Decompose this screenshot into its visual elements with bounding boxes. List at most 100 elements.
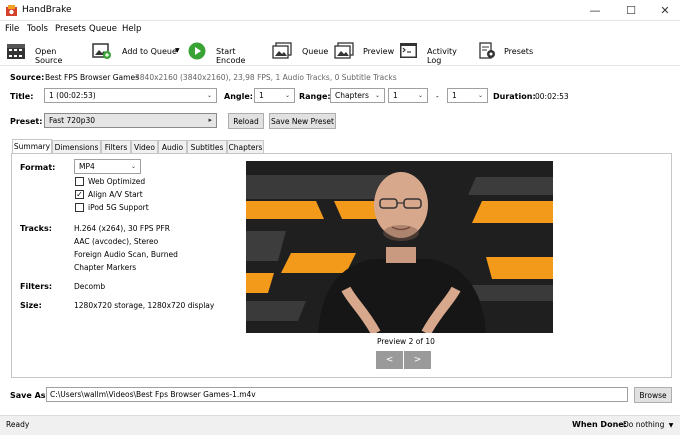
chevron-down-icon: ⌄	[284, 92, 290, 99]
chevron-down-icon: ⌄	[477, 92, 483, 99]
duration-value: 00:02:53	[535, 92, 569, 101]
tab-audio[interactable]: Audio	[158, 140, 187, 153]
terminal-icon	[399, 42, 417, 59]
preview-caption: Preview 2 of 10	[377, 337, 435, 346]
track-item: Chapter Markers	[74, 263, 137, 272]
save-as-label: Save As:	[10, 391, 49, 400]
ipod-support-label: iPod 5G Support	[88, 203, 149, 212]
reload-button[interactable]: Reload	[228, 113, 264, 129]
save-new-preset-button[interactable]: Save New Preset	[269, 113, 336, 129]
preview-image	[246, 161, 553, 333]
start-encode-button[interactable]: Start Encode	[187, 41, 265, 65]
start-encode-label: Start Encode	[216, 47, 246, 65]
title-label: Title:	[10, 92, 34, 101]
play-icon	[188, 42, 206, 60]
range-type-select[interactable]: Chapters ⌄	[330, 88, 385, 103]
add-to-queue-label: Add to Queue	[122, 47, 177, 56]
menu-presets[interactable]: Presets	[55, 24, 86, 34]
range-separator: -	[436, 92, 439, 101]
web-optimized-label: Web Optimized	[88, 177, 146, 186]
preset-label: Preset:	[10, 117, 43, 126]
range-end-value: 1	[452, 91, 457, 100]
minimize-button[interactable]: —	[578, 0, 612, 21]
save-as-path-input[interactable]: C:\Users\wallm\Videos\Best Fps Browser G…	[46, 387, 628, 402]
browse-button[interactable]: Browse	[634, 387, 672, 403]
add-to-queue-button[interactable]: Add to Queue ▼	[91, 41, 183, 61]
filters-label: Filters:	[20, 282, 53, 291]
chevron-down-icon: ⌄	[130, 163, 136, 170]
tab-subtitles[interactable]: Subtitles	[187, 140, 227, 153]
title-select-value: 1 (00:02:53)	[49, 91, 96, 100]
ipod-support-checkbox[interactable]	[75, 203, 84, 212]
when-done-value: Do nothing	[623, 420, 665, 429]
filters-value: Decomb	[74, 282, 106, 291]
dropdown-arrow-icon[interactable]: ▼	[175, 47, 180, 54]
source-name: Best FPS Browser Games	[45, 73, 139, 82]
preset-select[interactable]: Fast 720p30 ▸	[44, 113, 217, 128]
angle-label: Angle:	[224, 92, 253, 101]
chevron-down-icon: ⌄	[206, 92, 212, 99]
duration-label: Duration:	[493, 92, 536, 101]
tab-video[interactable]: Video	[131, 140, 158, 153]
source-label: Source:	[10, 73, 45, 82]
web-optimized-checkbox[interactable]	[75, 177, 84, 186]
film-clapper-icon	[6, 43, 25, 60]
preview-prev-button[interactable]: <	[376, 351, 403, 369]
menu-help[interactable]: Help	[122, 24, 141, 34]
handbrake-app-icon	[5, 4, 18, 17]
range-start-select[interactable]: 1 ⌄	[388, 88, 428, 103]
close-button[interactable]: ✕	[648, 0, 680, 21]
open-source-button[interactable]: Open Source	[4, 41, 82, 65]
menu-file[interactable]: File	[5, 24, 19, 34]
preview-next-button[interactable]: >	[404, 351, 431, 369]
when-done-select[interactable]: Do nothing ▼	[623, 420, 673, 429]
queue-label: Queue	[302, 47, 329, 56]
presets-button[interactable]: Presets	[477, 41, 535, 61]
preview-label: Preview	[363, 47, 395, 56]
chevron-down-icon: ▼	[668, 422, 674, 429]
menu-queue[interactable]: Queue	[89, 24, 117, 34]
tab-summary[interactable]: Summary	[12, 139, 52, 153]
chevron-right-icon: ▸	[208, 116, 212, 124]
presets-label: Presets	[504, 47, 534, 56]
queue-button[interactable]: Queue	[271, 41, 329, 61]
range-label: Range:	[299, 92, 331, 101]
picture-icon	[334, 42, 354, 59]
chevron-down-icon: ⌄	[374, 92, 380, 99]
angle-select[interactable]: 1 ⌄	[254, 88, 295, 103]
track-item: H.264 (x264), 30 FPS PFR	[74, 224, 170, 233]
tab-chapters[interactable]: Chapters	[227, 140, 264, 153]
format-select[interactable]: MP4 ⌄	[74, 159, 141, 174]
range-type-value: Chapters	[335, 91, 369, 100]
maximize-button[interactable]: ☐	[614, 0, 648, 21]
tab-filters[interactable]: Filters	[101, 140, 131, 153]
preset-select-value: Fast 720p30	[49, 116, 96, 125]
format-select-value: MP4	[79, 162, 95, 171]
add-image-icon	[92, 42, 111, 59]
menu-tools[interactable]: Tools	[27, 24, 48, 34]
status-text: Ready	[6, 420, 30, 429]
size-value: 1280x720 storage, 1280x720 display	[74, 301, 215, 310]
range-start-value: 1	[393, 91, 398, 100]
source-details: 3840x2160 (3840x2160), 23,98 FPS, 1 Audi…	[135, 73, 397, 82]
align-av-label: Align A/V Start	[88, 190, 143, 199]
chevron-down-icon: ⌄	[417, 92, 423, 99]
angle-select-value: 1	[259, 91, 264, 100]
window-title: HandBrake	[22, 5, 72, 15]
activity-log-label: Activity Log	[427, 47, 457, 65]
title-select[interactable]: 1 (00:02:53) ⌄	[44, 88, 217, 103]
size-label: Size:	[20, 301, 42, 310]
track-item: Foreign Audio Scan, Burned	[74, 250, 178, 259]
image-stack-icon	[272, 42, 292, 59]
format-label: Format:	[20, 163, 56, 172]
track-item: AAC (avcodec), Stereo	[74, 237, 159, 246]
activity-log-button[interactable]: Activity Log	[398, 41, 470, 65]
range-end-select[interactable]: 1 ⌄	[447, 88, 488, 103]
settings-document-icon	[478, 42, 496, 59]
tracks-label: Tracks:	[20, 224, 52, 233]
preview-button[interactable]: Preview	[333, 41, 395, 61]
align-av-checkbox[interactable]: ✓	[75, 190, 84, 199]
tab-dimensions[interactable]: Dimensions	[52, 140, 101, 153]
when-done-label: When Done:	[572, 420, 627, 429]
open-source-label: Open Source	[35, 47, 63, 65]
